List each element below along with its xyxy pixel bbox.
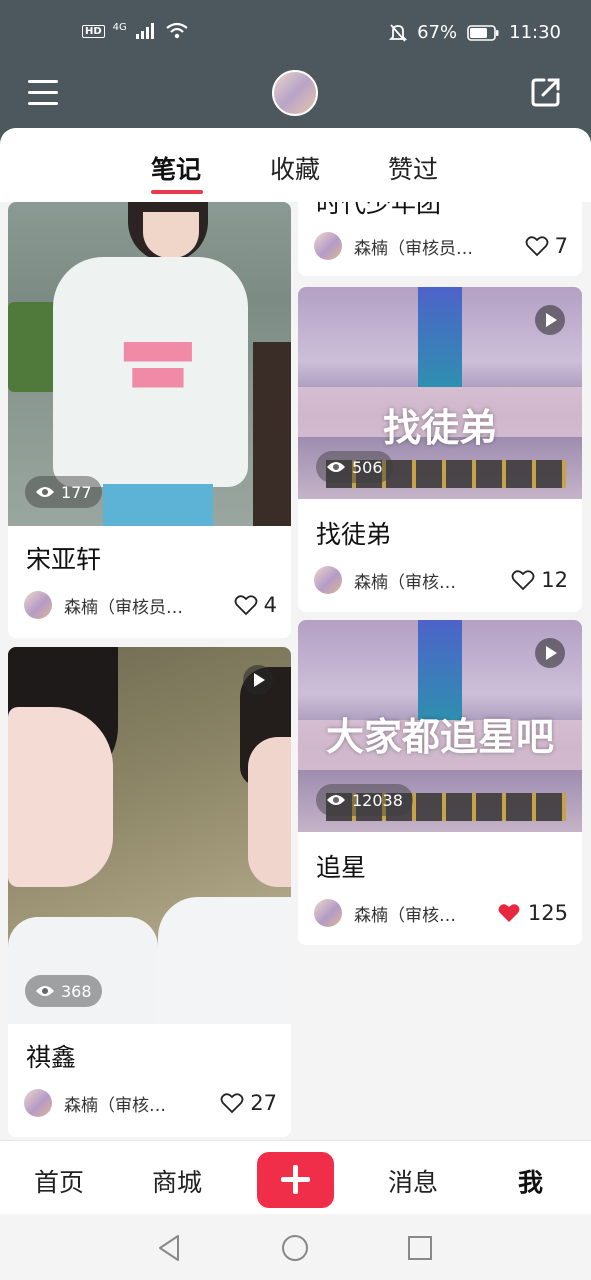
menu-icon[interactable]	[28, 80, 60, 106]
like-count: 7	[554, 234, 568, 258]
clock: 11:30	[509, 22, 561, 43]
author-avatar	[314, 566, 342, 594]
heart-outline-icon	[511, 570, 535, 591]
view-count: 177	[61, 482, 92, 502]
play-icon[interactable]	[243, 665, 273, 695]
profile-avatar[interactable]	[272, 70, 318, 116]
game-corridor	[418, 620, 462, 720]
view-count-badge: 506	[316, 451, 393, 483]
like-button[interactable]: 125	[496, 901, 568, 925]
bottom-nav: 首页 商城 消息 我	[0, 1140, 591, 1215]
profile-tabs: 笔记 收藏 赞过	[0, 128, 591, 202]
mute-bell-icon	[389, 23, 408, 42]
jeans-shape	[103, 484, 213, 526]
face-shape	[8, 707, 113, 887]
nav-shop[interactable]: 商城	[152, 1163, 202, 1199]
eye-icon	[36, 487, 54, 497]
active-tab-indicator	[151, 190, 203, 194]
tab-notes[interactable]: 笔记	[151, 150, 201, 186]
side-figure	[253, 342, 291, 526]
view-count-badge: 177	[25, 476, 102, 508]
note-title: 追星	[316, 853, 367, 882]
face-shape	[143, 212, 199, 258]
note-card[interactable]: 时代少年团 森楠（审核员… 7	[298, 202, 582, 276]
note-meta: 森楠（审核… 125	[314, 898, 568, 928]
like-button[interactable]: 7	[525, 234, 568, 258]
like-button[interactable]: 27	[220, 1091, 277, 1115]
play-icon[interactable]	[535, 638, 565, 668]
author-name: 森楠（审核…	[354, 572, 456, 593]
note-meta: 森楠（审核… 12	[314, 565, 568, 595]
recents-icon[interactable]	[407, 1235, 433, 1261]
author-name: 森楠（审核员…	[354, 238, 473, 259]
share-icon[interactable]	[530, 76, 562, 108]
author-avatar	[314, 232, 342, 260]
like-count: 12	[541, 568, 568, 592]
signal-icon	[135, 23, 154, 39]
note-card[interactable]: ▆▆▆▆ ▆▆▆ 177 宋亚轩 森楠（审核员… 4	[8, 202, 291, 638]
note-cover-image	[8, 647, 291, 1024]
notes-feed[interactable]: 时代少年团 森楠（审核员… 7 ▆▆▆▆ ▆▆▆ 177 宋亚轩 森楠（审核员……	[0, 202, 591, 1140]
note-meta: 森楠（审核员… 4	[24, 590, 277, 620]
tab-collections[interactable]: 收藏	[270, 150, 320, 186]
author-avatar	[24, 1089, 52, 1117]
note-title: 祺鑫	[26, 1043, 77, 1072]
create-post-button[interactable]	[257, 1152, 334, 1208]
view-count-badge: 12038	[316, 784, 413, 816]
note-meta: 森楠（审核… 27	[24, 1088, 277, 1118]
note-meta: 森楠（审核员… 7	[314, 231, 568, 261]
cover-overlay-text: 找徒弟	[382, 406, 497, 450]
wifi-icon	[166, 22, 188, 39]
hd-indicator: HD	[82, 24, 105, 38]
nav-me[interactable]: 我	[518, 1163, 543, 1199]
author-name: 森楠（审核员…	[64, 597, 183, 618]
game-corridor	[418, 287, 462, 387]
nav-messages[interactable]: 消息	[388, 1163, 438, 1199]
author-name: 森楠（审核…	[64, 1095, 166, 1116]
like-button[interactable]: 4	[234, 593, 277, 617]
play-icon[interactable]	[535, 305, 565, 335]
eye-icon	[327, 795, 345, 805]
view-count: 506	[352, 457, 383, 477]
second-face-shape	[248, 737, 291, 887]
note-title-partial: 时代少年团	[316, 202, 442, 218]
network-type: 4G	[112, 21, 127, 33]
note-title: 宋亚轩	[26, 545, 102, 574]
note-card[interactable]: 大家都追星吧 12038 追星 森楠（审核… 125	[298, 620, 582, 945]
heart-filled-icon	[498, 904, 520, 922]
like-button[interactable]: 12	[511, 568, 568, 592]
like-count: 125	[527, 901, 568, 925]
heart-outline-icon	[525, 236, 549, 257]
cover-overlay-text: 大家都追星吧	[325, 715, 554, 759]
tab-liked[interactable]: 赞过	[388, 150, 438, 186]
heart-outline-icon	[220, 1093, 244, 1114]
author-name: 森楠（审核…	[354, 905, 456, 926]
battery-percent: 67%	[417, 22, 458, 43]
top-header: HD 4G 67% 11:30	[0, 0, 591, 145]
author-avatar	[24, 591, 52, 619]
heart-outline-icon	[234, 595, 258, 616]
author-avatar	[314, 899, 342, 927]
home-icon[interactable]	[281, 1234, 309, 1262]
note-title: 找徒弟	[316, 520, 392, 549]
eye-icon	[36, 986, 54, 996]
shirt-shape	[8, 917, 158, 1024]
sweatshirt-print: ▆▆▆▆ ▆▆▆	[124, 337, 192, 388]
like-count: 27	[250, 1091, 277, 1115]
note-card[interactable]: 找徒弟 506 找徒弟 森楠（审核… 12	[298, 287, 582, 612]
status-bar: HD 4G 67% 11:30	[0, 20, 591, 50]
eye-icon	[327, 462, 345, 472]
view-count: 12038	[352, 790, 403, 810]
battery-icon	[467, 24, 499, 41]
back-icon[interactable]	[156, 1234, 182, 1262]
view-count-badge: 368	[25, 975, 102, 1007]
system-nav-bar	[0, 1214, 591, 1280]
like-count: 4	[263, 593, 277, 617]
nav-home[interactable]: 首页	[34, 1163, 84, 1199]
note-card[interactable]: 368 祺鑫 森楠（审核… 27	[8, 647, 291, 1137]
view-count: 368	[61, 981, 92, 1001]
second-shirt-shape	[158, 897, 291, 1024]
